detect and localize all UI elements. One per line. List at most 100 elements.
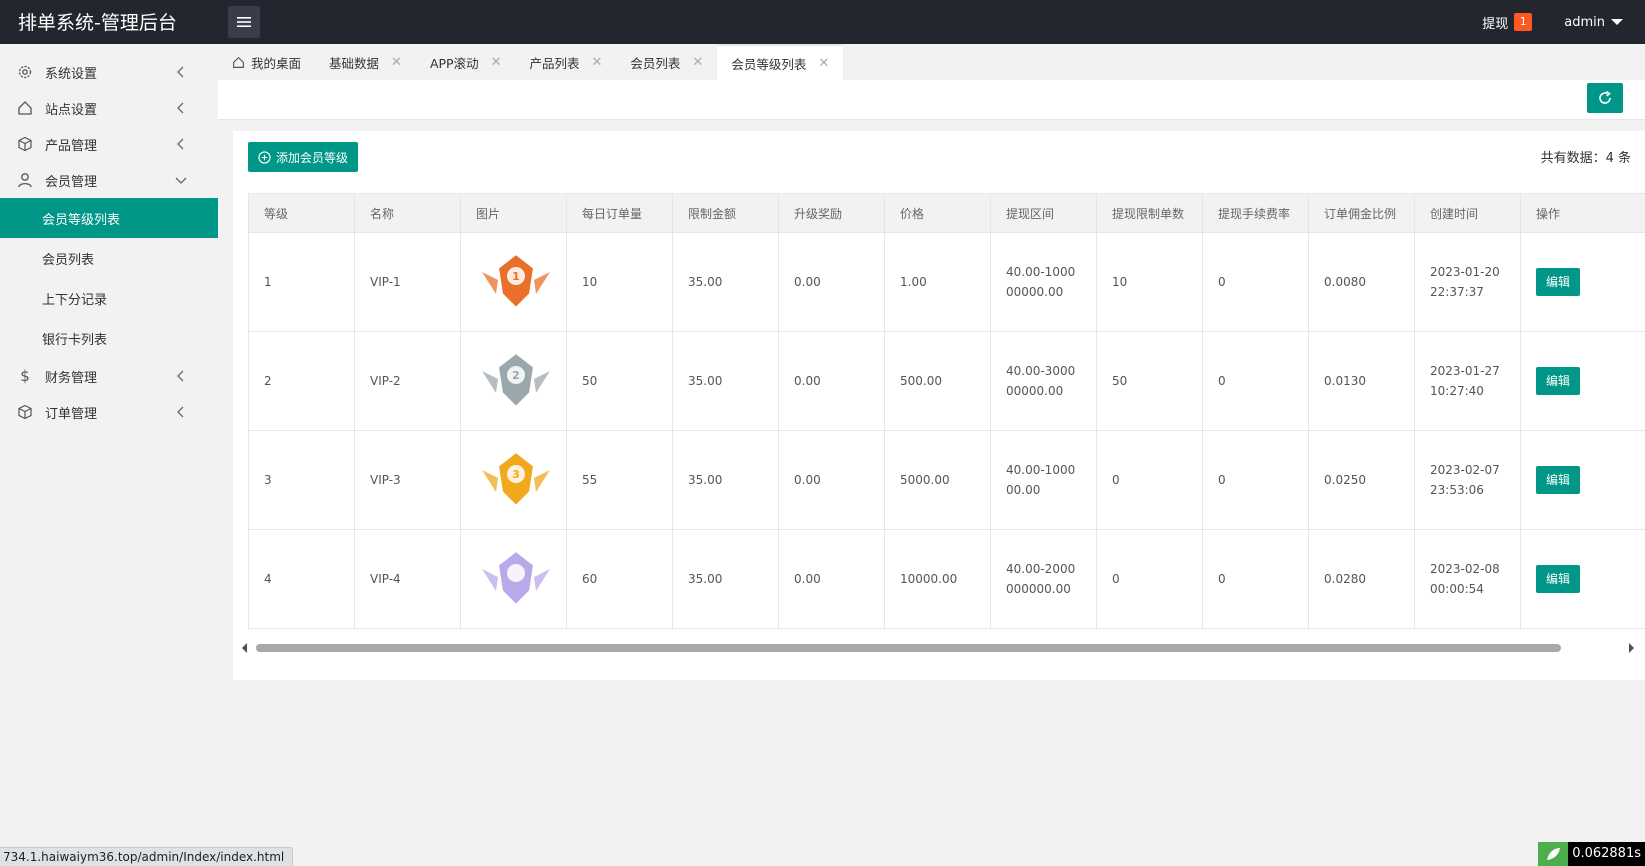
cell-limit: 35.00	[672, 529, 779, 629]
chevron-left-icon	[177, 66, 184, 78]
cell-limit-orders: 50	[1096, 331, 1203, 431]
chevron-left-icon	[177, 370, 184, 382]
sidebar-item-label: 系统设置	[45, 66, 98, 82]
sidebar-item-site-settings[interactable]: 站点设置	[0, 90, 218, 126]
column-header: 价格	[884, 193, 991, 233]
cell-commission: 0.0130	[1308, 331, 1415, 431]
sidebar: 系统设置 站点设置 产品管理 会员管理 会员等级列表 会员列表 上下分记录 银行…	[0, 44, 218, 866]
level-badge-cell: 2	[460, 331, 567, 431]
edit-button[interactable]: 编辑	[1536, 466, 1581, 494]
sidebar-subitem-balance-records[interactable]: 上下分记录	[0, 278, 218, 318]
sidebar-subitem-member-list[interactable]: 会员列表	[0, 238, 218, 278]
table-row: 4 VIP-4 60 35.00 0.00 10000.00 40.00-200000000…	[248, 529, 1645, 629]
scroll-right-icon[interactable]	[1629, 643, 1634, 653]
tab-label: 会员等级列表	[731, 56, 807, 72]
cell-name: VIP-2	[354, 331, 461, 431]
cell-daily: 50	[566, 331, 673, 431]
sidebar-item-products[interactable]: 产品管理	[0, 126, 218, 162]
edit-button[interactable]: 编辑	[1536, 367, 1581, 395]
user-menu[interactable]: admin	[1564, 15, 1623, 30]
withdraw-link[interactable]: 提现 1	[1482, 13, 1533, 32]
level-badge-cell: 3	[460, 430, 567, 530]
page-toolbar	[218, 80, 1645, 120]
action-cell: 编辑	[1520, 232, 1645, 332]
refresh-button[interactable]	[1587, 83, 1623, 113]
member-level-table: 等级 名称 图片 每日订单量 限制金额 升级奖励 价格 提现区间 提现限制单数 …	[248, 193, 1645, 629]
action-cell: 编辑	[1520, 331, 1645, 431]
dollar-icon: $	[20, 367, 30, 385]
refresh-icon	[1599, 90, 1611, 104]
sidebar-subitem-member-levels[interactable]: 会员等级列表	[0, 198, 218, 238]
sidebar-item-label: 站点设置	[45, 102, 98, 118]
column-header: 提现区间	[990, 193, 1097, 233]
horizontal-scrollbar[interactable]	[238, 641, 1638, 655]
tab-member-list[interactable]: 会员列表 ✕	[616, 44, 717, 80]
cube-icon	[16, 135, 34, 153]
cell-limit-orders: 0	[1096, 430, 1203, 530]
cell-level: 3	[248, 430, 355, 530]
sidebar-item-label: 财务管理	[45, 370, 98, 386]
edit-button[interactable]: 编辑	[1536, 268, 1581, 296]
scroll-left-icon[interactable]	[242, 643, 247, 653]
cell-created: 2023-01-27 10:27:40	[1414, 331, 1521, 431]
close-icon[interactable]: ✕	[592, 55, 603, 70]
add-member-level-button[interactable]: 添加会员等级	[248, 142, 359, 172]
cell-level: 2	[248, 331, 355, 431]
cell-created: 2023-02-08 00:00:54	[1414, 529, 1521, 629]
cell-limit: 35.00	[672, 331, 779, 431]
cell-commission: 0.0280	[1308, 529, 1415, 629]
cell-level: 4	[248, 529, 355, 629]
cell-reward: 0.00	[778, 232, 885, 332]
menu-toggle-button[interactable]	[228, 6, 260, 38]
tab-app-scroll[interactable]: APP滚动 ✕	[416, 44, 516, 80]
column-header: 提现手续费率	[1202, 193, 1309, 233]
cube-icon	[16, 403, 34, 421]
top-bar: 排单系统-管理后台 提现 1 admin	[0, 0, 1645, 44]
sidebar-item-system-settings[interactable]: 系统设置	[0, 54, 218, 90]
hamburger-icon	[237, 17, 251, 27]
close-icon[interactable]: ✕	[692, 55, 703, 70]
withdraw-label: 提现	[1482, 16, 1509, 32]
sidebar-item-orders[interactable]: 订单管理	[0, 394, 218, 430]
close-icon[interactable]: ✕	[491, 55, 502, 70]
table-row: 3 VIP-3 3 55 35.00 0.00 5000.00 40.00-100000.00…	[248, 430, 1645, 530]
level-badge-cell: 1	[460, 232, 567, 332]
action-cell: 编辑	[1520, 529, 1645, 629]
edit-button[interactable]: 编辑	[1536, 565, 1581, 593]
tab-member-levels[interactable]: 会员等级列表 ✕	[717, 44, 844, 80]
sidebar-subitem-bank-cards[interactable]: 银行卡列表	[0, 318, 218, 358]
chevron-left-icon	[177, 406, 184, 418]
column-header: 创建时间	[1414, 193, 1521, 233]
gear-icon	[16, 63, 34, 81]
close-icon[interactable]: ✕	[391, 55, 402, 70]
vip-badge-icon: 1	[482, 252, 550, 310]
tab-basic-data[interactable]: 基础数据 ✕	[315, 44, 416, 80]
scrollbar-thumb[interactable]	[256, 644, 1561, 652]
chevron-down-icon	[175, 177, 187, 184]
vip-badge-icon	[482, 549, 550, 607]
level-badge-cell	[460, 529, 567, 629]
sidebar-item-members[interactable]: 会员管理	[0, 162, 218, 198]
performance-widget: 0.062881s	[1538, 842, 1645, 866]
sidebar-item-label: 订单管理	[45, 406, 98, 422]
action-cell: 编辑	[1520, 430, 1645, 530]
cell-daily: 10	[566, 232, 673, 332]
cell-reward: 0.00	[778, 430, 885, 530]
cell-price: 1.00	[884, 232, 991, 332]
tab-label: 我的桌面	[251, 55, 302, 71]
column-header: 名称	[354, 193, 461, 233]
tab-label: 产品列表	[529, 55, 580, 71]
tab-desktop[interactable]: 我的桌面	[218, 44, 315, 80]
column-header: 等级	[248, 193, 355, 233]
cell-price: 10000.00	[884, 529, 991, 629]
tab-product-list[interactable]: 产品列表 ✕	[515, 44, 616, 80]
close-icon[interactable]: ✕	[818, 56, 829, 71]
vip-badge-icon: 3	[482, 450, 550, 508]
cell-price: 5000.00	[884, 430, 991, 530]
chevron-down-icon	[1611, 19, 1623, 25]
table-row: 1 VIP-1 1 10 35.00 0.00 1.00 40.00-100000000.00…	[248, 232, 1645, 332]
badge-number: 2	[512, 369, 520, 382]
sidebar-item-finance[interactable]: $ 财务管理	[0, 358, 218, 394]
sidebar-item-label: 会员管理	[45, 174, 98, 190]
badge-number: 1	[512, 270, 520, 283]
